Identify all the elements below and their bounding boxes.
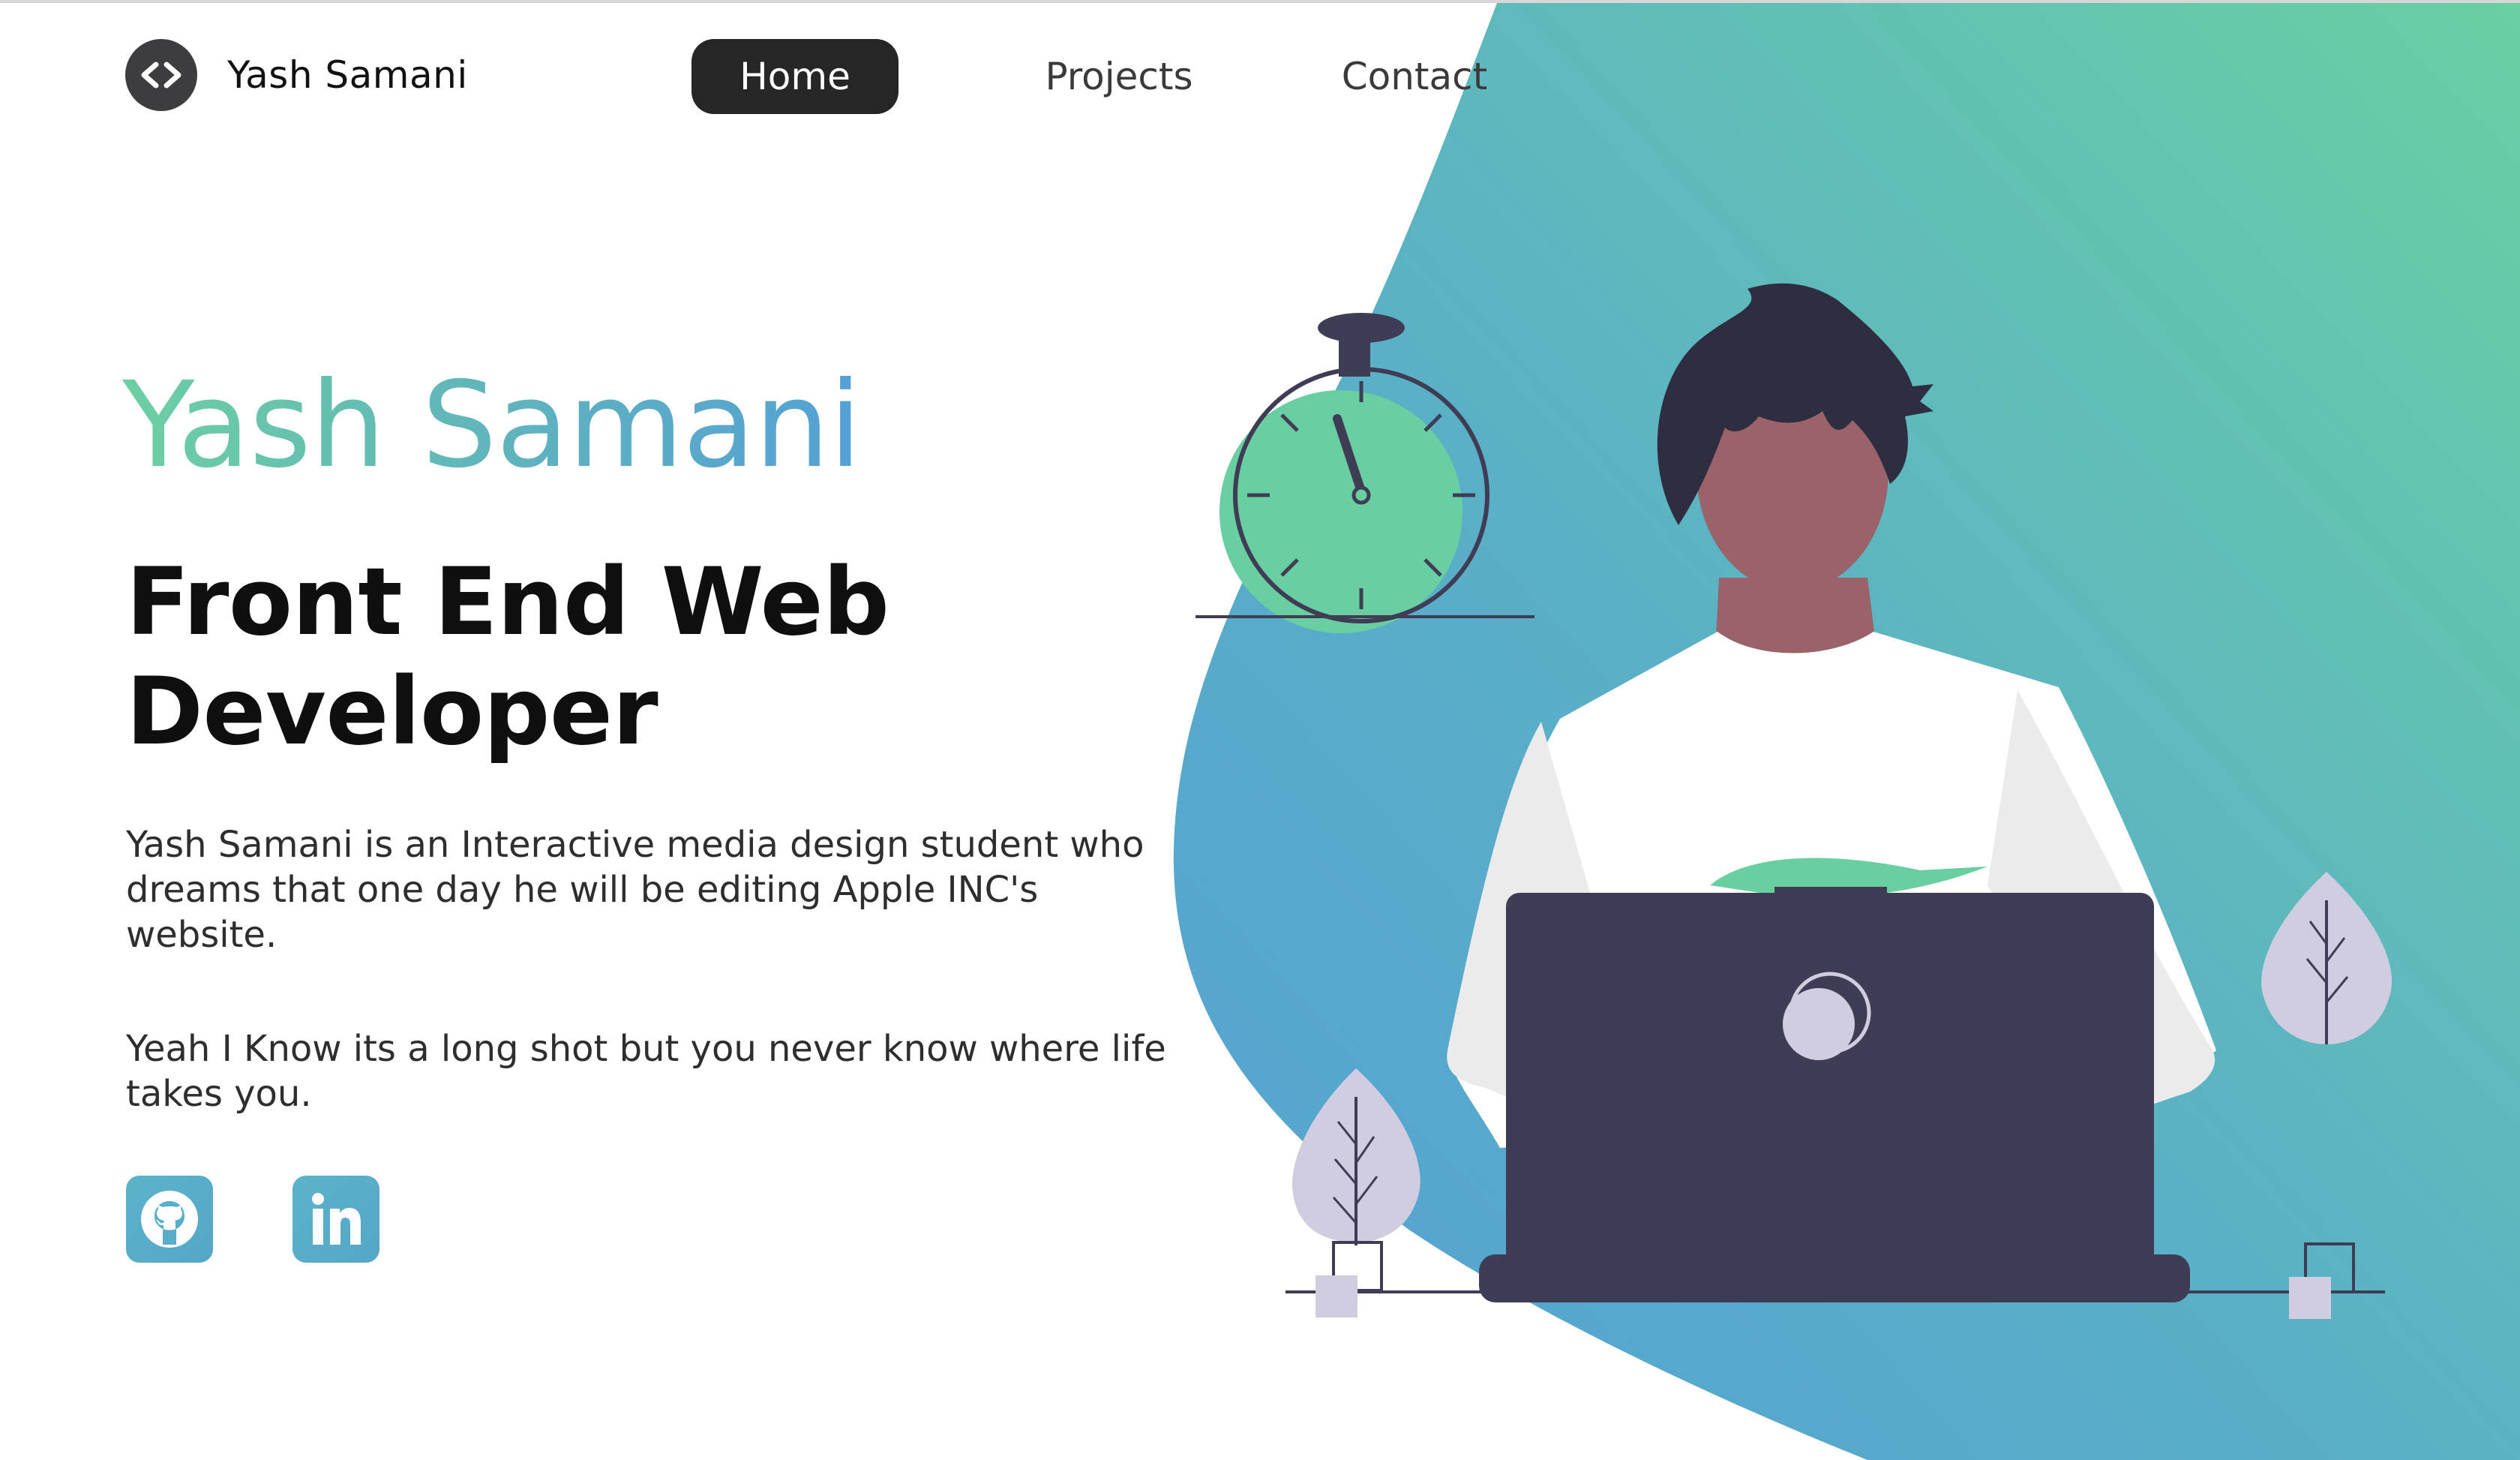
nav-projects-link[interactable]: Projects [1029,39,1209,114]
hero-role-line-2: Developer [126,658,658,766]
page: Yash Samani Home Projects Contact Yash S… [0,0,2520,1460]
hero-role: Front End Web Developer [126,548,1026,767]
hero-role-line-1: Front End Web [126,548,890,656]
laptop-illustration [1479,887,2190,1302]
github-icon [141,1191,198,1248]
hero-paragraph-1: Yash Samani is an Interactive media desi… [126,824,1144,956]
nav-home-link[interactable]: Home [692,39,898,114]
brand-name: Yash Samani [227,53,468,97]
brand[interactable]: Yash Samani [125,39,468,111]
hero-title: Yash Samani [122,356,862,494]
linkedin-link[interactable] [292,1176,380,1263]
hero-paragraph-2: Yeah I Know its a long shot but you neve… [126,1028,1166,1115]
code-brackets-icon [125,39,197,111]
github-link[interactable] [126,1176,213,1263]
nav-contact-link[interactable]: Contact [1328,39,1502,114]
linkedin-icon [312,1193,361,1245]
